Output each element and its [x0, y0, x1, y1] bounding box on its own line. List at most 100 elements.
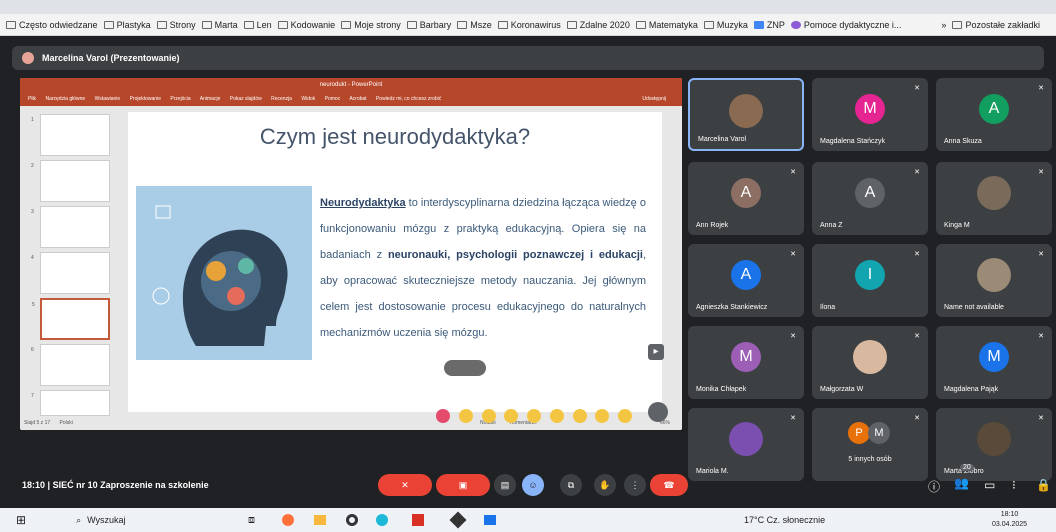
mic-muted-icon: ✕ — [1038, 251, 1044, 258]
ribbon-tab: Widok — [301, 96, 316, 102]
search-box[interactable]: ⌕ Wyszukaj — [76, 515, 125, 526]
folder-icon — [277, 20, 288, 29]
folder-icon — [952, 20, 963, 29]
mic-muted-icon: ✕ — [1038, 85, 1044, 92]
slide-navigation-button[interactable]: ▸ — [648, 344, 664, 360]
participant-tile[interactable]: A ✕ Ann Rojek — [688, 162, 804, 235]
bookmark-item[interactable]: Len — [243, 20, 272, 30]
bookmark-item[interactable]: Często odwiedzane — [6, 20, 98, 30]
participant-tile[interactable]: ✕ Name not available — [936, 244, 1052, 317]
avatar: I — [855, 260, 885, 290]
ribbon-tab: Animacje — [199, 96, 221, 102]
mic-muted-icon: ✕ — [790, 415, 796, 422]
bookmark-item[interactable]: Marta — [201, 20, 238, 30]
file-explorer-icon[interactable] — [314, 515, 326, 525]
ribbon-tab: Projektowanie — [129, 96, 161, 102]
bookmark-item[interactable]: Zdalne 2020 — [566, 20, 630, 30]
mic-muted-icon: ✕ — [790, 251, 796, 258]
avatar — [729, 422, 763, 456]
surprised-reaction-icon[interactable] — [549, 409, 564, 423]
chat-icon[interactable]: ▭ — [984, 478, 995, 492]
people-button[interactable]: 👥 20 — [954, 464, 974, 490]
bookmark-item[interactable]: Kodowanie — [277, 20, 335, 30]
laugh-reaction-icon[interactable] — [527, 409, 541, 423]
windows-start-icon[interactable]: ⊞ — [16, 513, 26, 527]
thinking-reaction-icon[interactable] — [595, 409, 610, 423]
bookmark-item[interactable]: ZNP — [753, 20, 785, 30]
raise-hand-button[interactable]: ✋ — [594, 474, 616, 496]
leave-call-button[interactable]: ☎ — [650, 474, 688, 496]
app-icon[interactable] — [484, 515, 496, 525]
firefox-icon[interactable] — [282, 514, 294, 526]
more-options-button[interactable]: ⋮ — [624, 474, 646, 496]
bookmark-item[interactable]: Pomoce dydaktyczne i... — [790, 20, 901, 30]
windows-taskbar: ⊞ ⌕ Wyszukaj ⧈ 17°C Cz. słonecznie 18:10 0… — [0, 508, 1056, 532]
avatar — [853, 340, 887, 374]
participant-tile[interactable]: A ✕ Agnieszka Stankiewicz — [688, 244, 804, 317]
others-avatars: PM — [848, 422, 890, 444]
mic-muted-icon: ✕ — [790, 333, 796, 340]
avatar: A — [731, 178, 761, 208]
site-icon — [790, 20, 801, 29]
avatar: M — [731, 342, 761, 372]
thumbs-up-reaction-icon[interactable] — [458, 409, 473, 423]
mic-muted-icon: ✕ — [1038, 169, 1044, 176]
host-controls-icon[interactable]: 🔒 — [1036, 478, 1051, 492]
edge-icon[interactable] — [376, 514, 388, 526]
bookmark-item[interactable]: Strony — [156, 20, 196, 30]
task-view-icon[interactable]: ⧈ — [248, 514, 255, 527]
other-bookmarks[interactable]: Pozostałe zakładki — [952, 20, 1040, 30]
app-icon[interactable] — [449, 511, 467, 529]
emoji-button[interactable]: ☺ — [522, 474, 544, 496]
bookmark-item[interactable]: Matematyka — [635, 20, 698, 30]
participant-tile[interactable]: M ✕ Monika Chłapek — [688, 326, 804, 399]
heart-reaction-icon[interactable] — [436, 409, 450, 423]
bookmark-item[interactable]: Muzyka — [703, 20, 748, 30]
mic-muted-icon: ✕ — [914, 251, 920, 258]
more-bookmarks-button[interactable]: » — [941, 20, 946, 30]
zoom-icon[interactable] — [648, 402, 668, 422]
folder-icon — [156, 20, 167, 29]
slide-title: Czym jest neurodydaktyka? — [259, 124, 531, 149]
camera-off-button[interactable]: ▣ — [436, 474, 490, 496]
info-icon[interactable]: ⓘ — [928, 478, 940, 495]
znp-icon — [753, 20, 764, 29]
participant-name: Anna Z — [820, 222, 843, 229]
mic-muted-icon: ✕ — [914, 333, 920, 340]
weather-widget[interactable]: 17°C Cz. słonecznie — [744, 515, 825, 525]
ribbon-tab: Plik — [28, 96, 37, 102]
presenter-banner: Marcelina Varol (Prezentowanie) — [12, 46, 1044, 70]
participant-tile[interactable]: ✕ Małgorzata W — [812, 326, 928, 399]
ppt-window-title: neurodukt - PowerPoint — [20, 78, 682, 92]
meeting-info: 18:10 | SIEĆ nr 10 Zaproszenie na szkole… — [22, 480, 209, 490]
acrobat-icon[interactable] — [412, 514, 424, 526]
captions-button[interactable]: ▤ — [494, 474, 516, 496]
activities-icon[interactable]: ⁝ — [1012, 478, 1016, 492]
ribbon-tab: Pokaz slajdów — [229, 96, 262, 102]
bookmark-item[interactable]: Barbary — [406, 20, 451, 30]
participant-tile[interactable]: Marcelina Varol — [688, 78, 804, 151]
bookmark-item[interactable]: Msze — [457, 20, 492, 30]
opera-icon[interactable] — [346, 514, 358, 526]
bookmark-item[interactable]: Moje strony — [341, 20, 401, 30]
mic-off-button[interactable]: ✕ — [378, 474, 432, 496]
slide-floating-toolbar[interactable] — [444, 360, 486, 376]
bookmark-item[interactable]: Koronawirus — [497, 20, 561, 30]
participant-tile[interactable]: A ✕ Anna Skuza — [936, 78, 1052, 151]
participant-tile[interactable]: M ✕ Magdalena Pająk — [936, 326, 1052, 399]
folder-icon — [703, 20, 714, 29]
participant-tile[interactable]: ✕ Kinga M — [936, 162, 1052, 235]
sad-reaction-icon[interactable] — [572, 409, 587, 423]
meeting-time: 18:10 — [22, 480, 46, 490]
party-reaction-icon[interactable] — [481, 409, 496, 423]
mic-muted-icon: ✕ — [1038, 333, 1044, 340]
present-button[interactable]: ⧉ — [560, 474, 582, 496]
participant-name: Ilona — [820, 304, 836, 311]
system-clock[interactable]: 18:10 03.04.2025 — [992, 510, 1027, 530]
participant-tile[interactable]: M ✕ Magdalena Stańczyk — [812, 78, 928, 151]
participant-tile[interactable]: A ✕ Anna Z — [812, 162, 928, 235]
clap-reaction-icon[interactable] — [504, 409, 519, 423]
bookmark-item[interactable]: Plastyka — [103, 20, 151, 30]
participant-tile[interactable]: I ✕ Ilona — [812, 244, 928, 317]
thumbs-down-reaction-icon[interactable] — [618, 409, 632, 423]
